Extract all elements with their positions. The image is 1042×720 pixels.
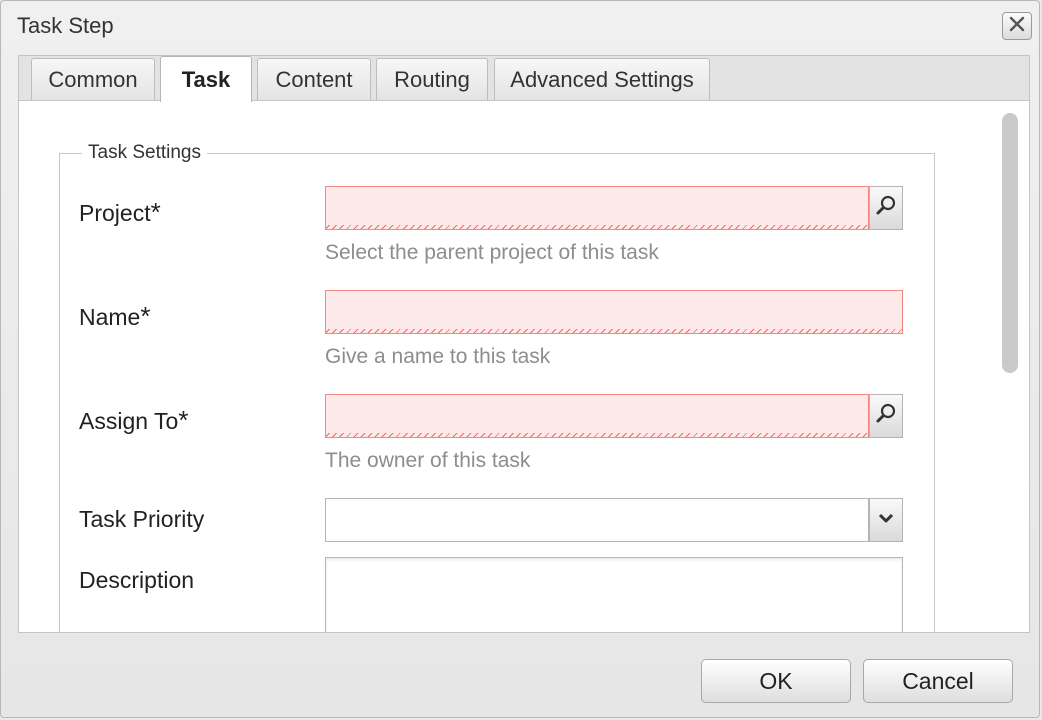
task-step-dialog: Task Step Common Task Content Routing Ad… [0, 0, 1040, 718]
name-required-mark: * [140, 301, 151, 331]
search-icon [874, 402, 898, 431]
fieldset-legend: Task Settings [82, 142, 207, 164]
assign-to-label: Assign To* [79, 405, 188, 436]
cancel-button[interactable]: Cancel [863, 659, 1013, 703]
project-required-mark: * [150, 197, 161, 227]
assign-to-required-mark: * [178, 405, 189, 435]
task-panel: Task Settings Project* Select the parent… [18, 100, 1030, 633]
search-icon [874, 194, 898, 223]
close-icon [1008, 15, 1026, 38]
name-label-text: Name [79, 304, 141, 330]
project-label-text: Project [79, 200, 151, 226]
scrollbar[interactable] [996, 101, 1024, 632]
project-search-button[interactable] [869, 186, 903, 230]
chevron-down-icon [877, 511, 895, 530]
tab-content[interactable]: Content [257, 58, 371, 100]
task-priority-dropdown-button[interactable] [869, 498, 903, 542]
project-hint: Select the parent project of this task [325, 241, 659, 264]
assign-to-input[interactable] [325, 394, 869, 438]
task-priority-select[interactable] [325, 498, 869, 542]
project-input[interactable] [325, 186, 869, 230]
assign-to-search-button[interactable] [869, 394, 903, 438]
name-input[interactable] [325, 290, 903, 334]
assign-to-hint: The owner of this task [325, 449, 531, 472]
project-label: Project* [79, 197, 161, 228]
task-priority-label: Task Priority [79, 506, 205, 532]
scrollbar-thumb[interactable] [1002, 113, 1018, 373]
name-label: Name* [79, 301, 150, 332]
description-label: Description [79, 567, 195, 593]
dialog-title: Task Step [17, 13, 114, 38]
tab-routing[interactable]: Routing [376, 58, 488, 100]
name-hint: Give a name to this task [325, 345, 551, 368]
ok-button[interactable]: OK [701, 659, 851, 703]
tab-common[interactable]: Common [31, 58, 155, 100]
close-button[interactable] [1002, 12, 1032, 40]
assign-to-label-text: Assign To [79, 408, 179, 434]
description-textarea[interactable] [325, 557, 903, 632]
tab-advanced-settings[interactable]: Advanced Settings [494, 58, 710, 100]
tab-task[interactable]: Task [160, 56, 252, 102]
